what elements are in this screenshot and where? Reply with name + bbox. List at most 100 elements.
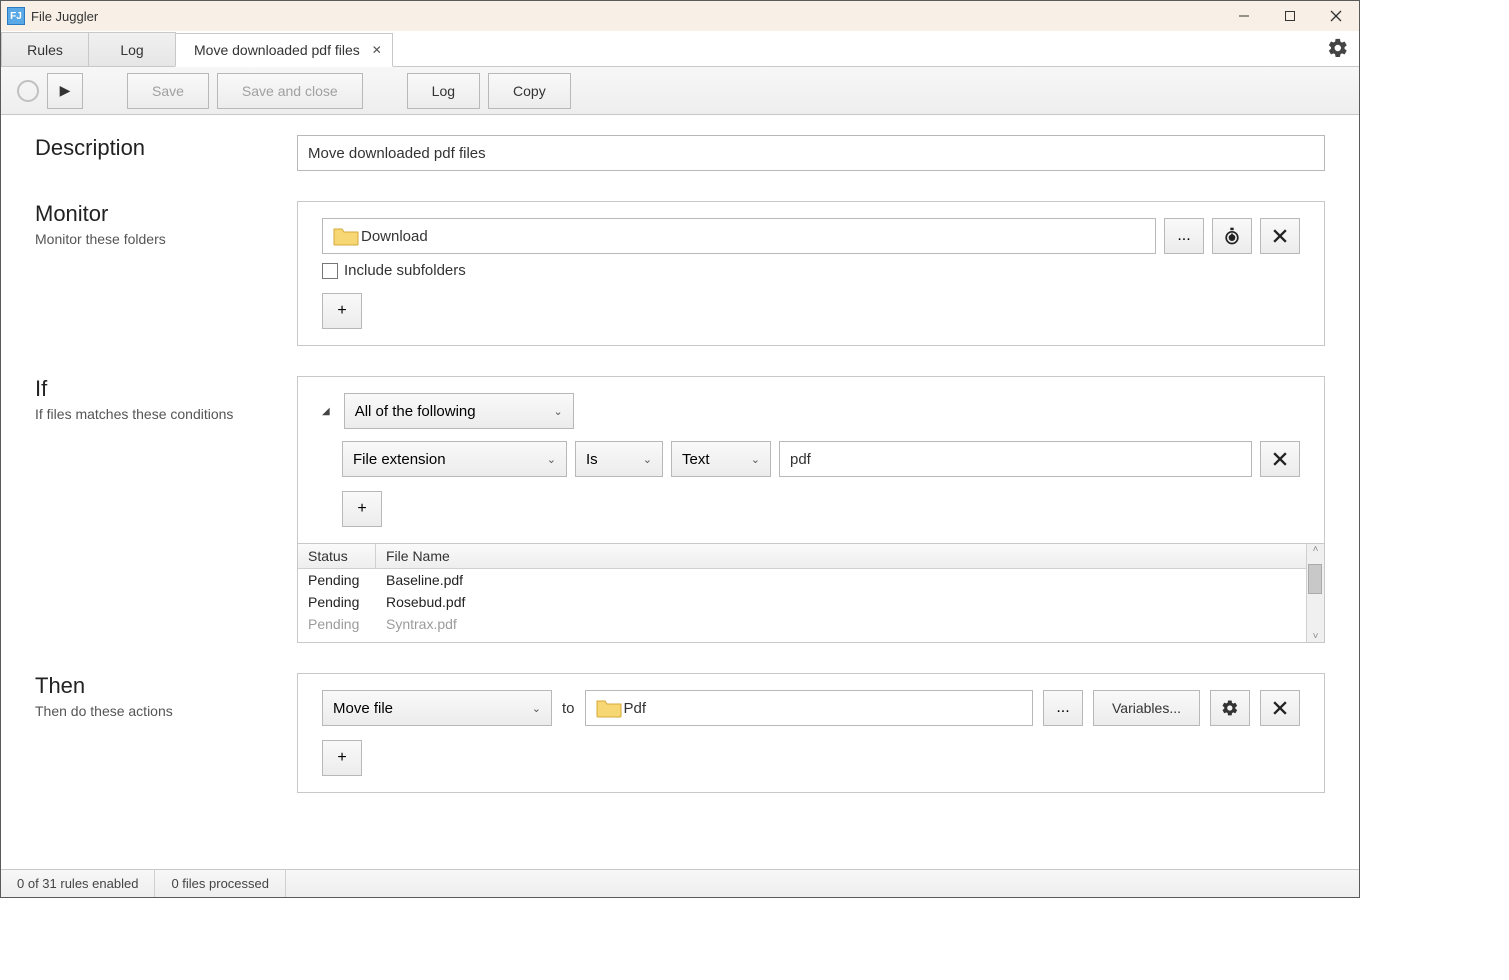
play-icon: ▶ (60, 82, 71, 99)
to-label: to (562, 700, 575, 717)
status-files-processed: 0 files processed (155, 870, 286, 897)
table-body: Pending Baseline.pdf Pending Rosebud.pdf… (298, 569, 1324, 635)
destination-folder-input[interactable]: Pdf (585, 690, 1033, 726)
tab-rules[interactable]: Rules (1, 32, 89, 66)
scroll-down-icon[interactable]: ˅ (1313, 631, 1319, 642)
table-scrollbar[interactable]: ˄ ˅ (1306, 544, 1324, 642)
monitor-timer-button[interactable] (1212, 218, 1252, 254)
scroll-up-icon[interactable]: ˄ (1313, 544, 1319, 555)
close-icon (1273, 701, 1287, 715)
condition-operator-label: Is (586, 451, 598, 468)
title-bar: FJ File Juggler (1, 1, 1359, 31)
plus-icon: + (357, 500, 366, 518)
run-button[interactable]: ▶ (47, 73, 83, 109)
monitor-row: Monitor Monitor these folders Download .… (35, 201, 1325, 346)
window-title: File Juggler (31, 9, 98, 24)
description-row: Description (35, 135, 1325, 171)
col-status-header[interactable]: Status (298, 544, 376, 568)
table-row[interactable]: Pending Syntrax.pdf (298, 613, 1324, 635)
log-button[interactable]: Log (407, 73, 480, 109)
remove-folder-button[interactable] (1260, 218, 1300, 254)
plus-icon: + (337, 302, 346, 320)
browse-folder-button[interactable]: ... (1164, 218, 1204, 254)
then-sub: Then do these actions (35, 703, 277, 719)
collapse-toggle-icon[interactable]: ◢ (322, 406, 330, 417)
remove-condition-button[interactable] (1260, 441, 1300, 477)
scroll-thumb[interactable] (1308, 564, 1322, 594)
tab-active-label: Move downloaded pdf files (194, 42, 360, 58)
remove-action-button[interactable] (1260, 690, 1300, 726)
chevron-down-icon: ⌄ (751, 453, 760, 466)
variables-label: Variables... (1112, 700, 1181, 716)
condition-value-input[interactable] (779, 441, 1252, 477)
col-filename-header[interactable]: File Name (376, 544, 1324, 568)
settings-gear-icon[interactable] (1327, 37, 1349, 65)
rule-status-indicator[interactable] (17, 80, 39, 102)
condition-row: File extension⌄ Is ⌄ Text ⌄ (342, 441, 1300, 477)
monitor-heading: Monitor (35, 201, 277, 227)
action-select[interactable]: Move file ⌄ (322, 690, 552, 726)
log-label: Log (432, 83, 455, 99)
match-mode-select[interactable]: All of the following ⌄ (344, 393, 574, 429)
folder-icon (333, 226, 359, 246)
matched-files-table: Status File Name Pending Baseline.pdf Pe… (297, 543, 1325, 643)
folder-icon (596, 698, 622, 718)
destination-folder-name: Pdf (624, 700, 647, 717)
save-button[interactable]: Save (127, 73, 209, 109)
save-label: Save (152, 83, 184, 99)
row-filename: Rosebud.pdf (376, 591, 1324, 613)
app-icon: FJ (7, 7, 25, 25)
monitor-sub: Monitor these folders (35, 231, 277, 247)
condition-operator-select[interactable]: Is ⌄ (575, 441, 663, 477)
app-window: FJ File Juggler Rules Log Move downloade… (0, 0, 1360, 898)
table-header: Status File Name (298, 544, 1324, 569)
rule-editor-content: Description Monitor Monitor these folder… (1, 115, 1359, 869)
condition-property-select[interactable]: File extension⌄ (342, 441, 567, 477)
row-status: Pending (298, 591, 376, 613)
table-row[interactable]: Pending Rosebud.pdf (298, 591, 1324, 613)
gear-icon (1221, 699, 1239, 717)
browse-destination-button[interactable]: ... (1043, 690, 1083, 726)
action-toolbar: ▶ Save Save and close Log Copy (1, 67, 1359, 115)
add-condition-button[interactable]: + (342, 491, 382, 527)
row-filename: Syntrax.pdf (376, 613, 1324, 635)
minimize-button[interactable] (1221, 1, 1267, 31)
copy-label: Copy (513, 83, 546, 99)
condition-property-label: File extension (353, 451, 446, 468)
action-label: Move file (333, 700, 393, 717)
then-panel: Move file ⌄ to Pdf ... Variables... (297, 673, 1325, 793)
include-subfolders-checkbox[interactable] (322, 263, 338, 279)
save-and-close-button[interactable]: Save and close (217, 73, 363, 109)
tab-close-icon[interactable]: ✕ (372, 43, 382, 57)
condition-type-select[interactable]: Text ⌄ (671, 441, 771, 477)
close-icon (1273, 229, 1287, 243)
chevron-down-icon: ⌄ (643, 453, 652, 466)
row-status: Pending (298, 613, 376, 635)
tab-active-rule[interactable]: Move downloaded pdf files ✕ (175, 33, 393, 67)
condition-type-label: Text (682, 451, 710, 468)
tab-log[interactable]: Log (88, 32, 176, 66)
description-input[interactable] (297, 135, 1325, 171)
add-monitor-folder-button[interactable]: + (322, 293, 362, 329)
close-window-button[interactable] (1313, 1, 1359, 31)
monitor-folder-name: Download (361, 228, 428, 245)
maximize-button[interactable] (1267, 1, 1313, 31)
action-settings-button[interactable] (1210, 690, 1250, 726)
stopwatch-icon (1222, 226, 1242, 246)
row-filename: Baseline.pdf (376, 569, 1324, 591)
include-subfolders-row[interactable]: Include subfolders (322, 262, 1300, 279)
copy-button[interactable]: Copy (488, 73, 571, 109)
chevron-down-icon: ⌄ (532, 702, 541, 715)
chevron-down-icon: ⌄ (553, 405, 562, 418)
save-close-label: Save and close (242, 83, 338, 99)
table-row[interactable]: Pending Baseline.pdf (298, 569, 1324, 591)
if-row: If If files matches these conditions ◢ A… (35, 376, 1325, 643)
status-rules-enabled: 0 of 31 rules enabled (1, 870, 155, 897)
variables-button[interactable]: Variables... (1093, 690, 1200, 726)
add-action-button[interactable]: + (322, 740, 362, 776)
tab-log-label: Log (120, 42, 143, 58)
window-controls (1221, 1, 1359, 31)
then-row: Then Then do these actions Move file⌄ to (35, 673, 1325, 793)
monitor-folder-input[interactable]: Download (322, 218, 1156, 254)
if-panel: ◢ All of the following ⌄ File extension⌄… (297, 376, 1325, 544)
